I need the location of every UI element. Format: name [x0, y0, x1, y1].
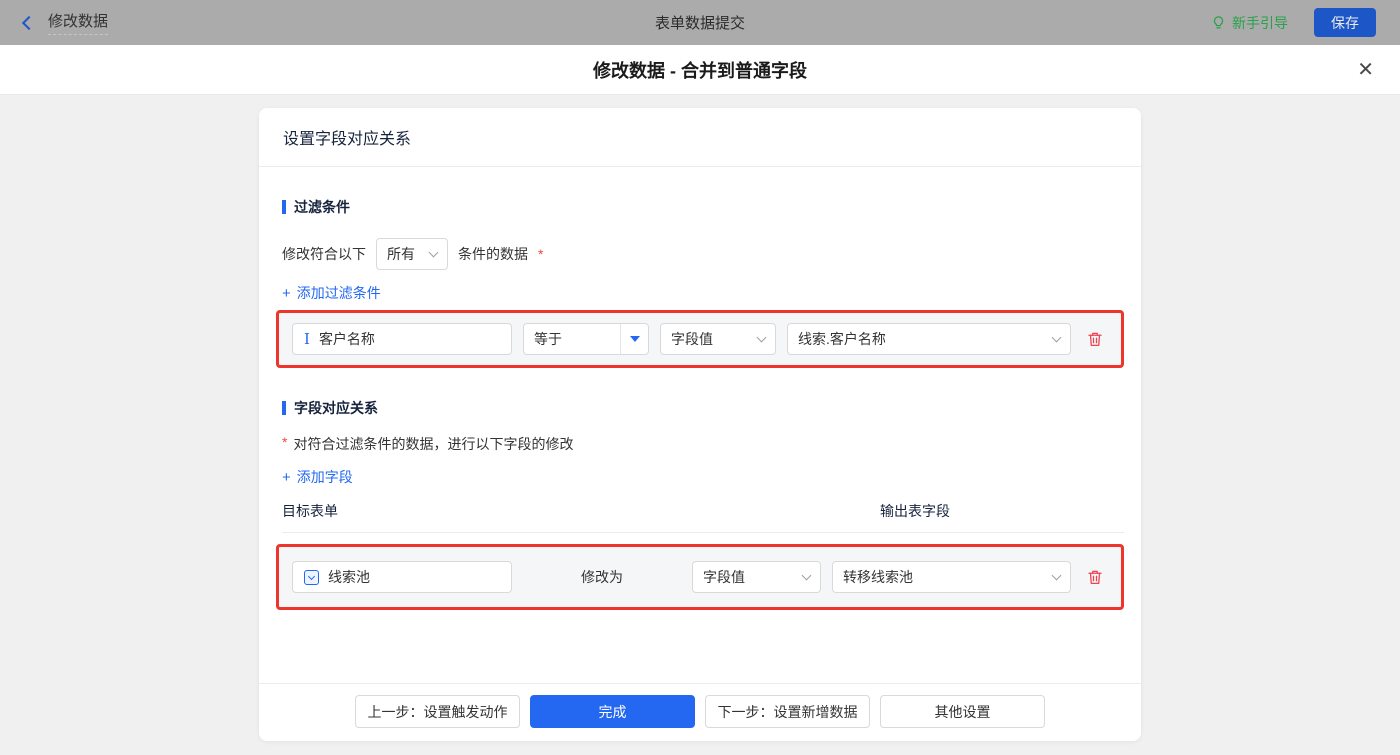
add-field-label: 添加字段 — [296, 469, 353, 485]
match-suffix-label: 条件的数据 — [458, 246, 528, 262]
output-field-value: 转移线索池 — [843, 569, 913, 585]
field-mapping-row: 线索池 修改为 字段值 转移线索池 — [276, 544, 1124, 610]
match-scope-value: 所有 — [387, 246, 415, 262]
beginner-guide-button[interactable]: 新手引导 — [1211, 13, 1288, 33]
operator-select[interactable]: 等于 — [523, 323, 649, 355]
text-field-icon — [304, 332, 310, 347]
add-filter-label: 添加过滤条件 — [296, 285, 381, 301]
other-settings-button[interactable]: 其他设置 — [880, 695, 1045, 728]
mapping-description: * 对符合过滤条件的数据，进行以下字段的修改 — [282, 434, 574, 452]
guide-label: 新手引导 — [1232, 14, 1288, 31]
back-button[interactable]: 修改数据 — [21, 10, 109, 35]
filter-field-input[interactable]: 客户名称 — [292, 323, 512, 355]
required-asterisk: * — [282, 434, 288, 450]
value-type-select[interactable]: 字段值 — [660, 323, 776, 355]
back-label: 修改数据 — [48, 10, 109, 35]
source-field-value: 线索.客户名称 — [798, 331, 886, 347]
add-field-link[interactable]: + 添加字段 — [282, 467, 353, 487]
chevron-down-icon — [1051, 332, 1062, 342]
output-type-value: 字段值 — [703, 569, 745, 585]
chevron-down-icon — [1051, 570, 1062, 580]
required-asterisk: * — [538, 246, 544, 262]
mapping-column-headers: 目标表单 输出表字段 — [282, 501, 1124, 521]
match-prefix-label: 修改符合以下 — [282, 246, 366, 262]
dialog-title: 修改数据 - 合并到普通字段 — [593, 60, 807, 81]
output-type-select[interactable]: 字段值 — [692, 561, 821, 593]
value-type-value: 字段值 — [671, 331, 713, 347]
select-field-icon — [304, 569, 319, 585]
lightbulb-icon — [1213, 16, 1224, 29]
chevron-down-icon — [428, 247, 439, 257]
topbar: 修改数据 表单数据提交 新手引导 保存 — [0, 0, 1400, 45]
next-step-button[interactable]: 下一步：设置新增数据 — [705, 695, 870, 728]
trash-icon — [1088, 332, 1102, 347]
filter-field-value: 客户名称 — [318, 331, 375, 347]
delete-filter-button[interactable] — [1082, 330, 1108, 348]
plus-icon: + — [282, 468, 291, 486]
match-condition-row: 修改符合以下 所有 条件的数据 * — [282, 238, 1124, 270]
close-button[interactable]: ✕ — [1357, 60, 1374, 80]
card-title: 设置字段对应关系 — [259, 108, 1141, 167]
prev-step-button[interactable]: 上一步：设置触发动作 — [355, 695, 520, 728]
match-scope-select[interactable]: 所有 — [376, 238, 448, 270]
settings-card: 设置字段对应关系 过滤条件 修改符合以下 所有 条件的数据 * + 添加过滤条件 — [259, 108, 1141, 741]
operator-value: 等于 — [534, 331, 562, 347]
column-divider — [282, 532, 1124, 533]
trash-icon — [1088, 570, 1102, 585]
triangle-down-icon — [629, 336, 640, 342]
close-icon: ✕ — [1357, 58, 1374, 81]
plus-icon: + — [282, 284, 291, 302]
operator-dropdown-button[interactable] — [620, 324, 648, 354]
section-marker — [282, 200, 286, 214]
source-field-select[interactable]: 线索.客户名称 — [787, 323, 1071, 355]
filter-condition-row: 客户名称 等于 字段值 线索.客户名称 — [276, 310, 1124, 368]
output-field-select[interactable]: 转移线索池 — [832, 561, 1071, 593]
section-marker — [282, 401, 286, 415]
chevron-down-icon — [756, 332, 767, 342]
dialog-footer: 上一步：设置触发动作 完成 下一步：设置新增数据 其他设置 — [259, 683, 1141, 741]
mapping-section-title: 字段对应关系 — [282, 398, 1124, 418]
save-button[interactable]: 保存 — [1314, 8, 1376, 37]
filter-section-title: 过滤条件 — [282, 197, 1124, 217]
chevron-down-icon — [801, 570, 812, 580]
column-header-output: 输出表字段 — [880, 503, 950, 519]
column-header-target: 目标表单 — [282, 503, 338, 519]
page-title: 表单数据提交 — [654, 15, 745, 32]
dialog-content: 设置字段对应关系 过滤条件 修改符合以下 所有 条件的数据 * + 添加过滤条件 — [0, 108, 1400, 755]
target-field-input[interactable]: 线索池 — [292, 561, 512, 593]
add-filter-link[interactable]: + 添加过滤条件 — [282, 283, 381, 303]
back-chevron-icon — [21, 15, 37, 30]
dialog-header: 修改数据 - 合并到普通字段 ✕ — [0, 45, 1400, 95]
target-field-value: 线索池 — [328, 569, 370, 585]
delete-mapping-button[interactable] — [1082, 568, 1108, 586]
done-button[interactable]: 完成 — [530, 695, 695, 728]
action-label: 修改为 — [581, 569, 623, 585]
